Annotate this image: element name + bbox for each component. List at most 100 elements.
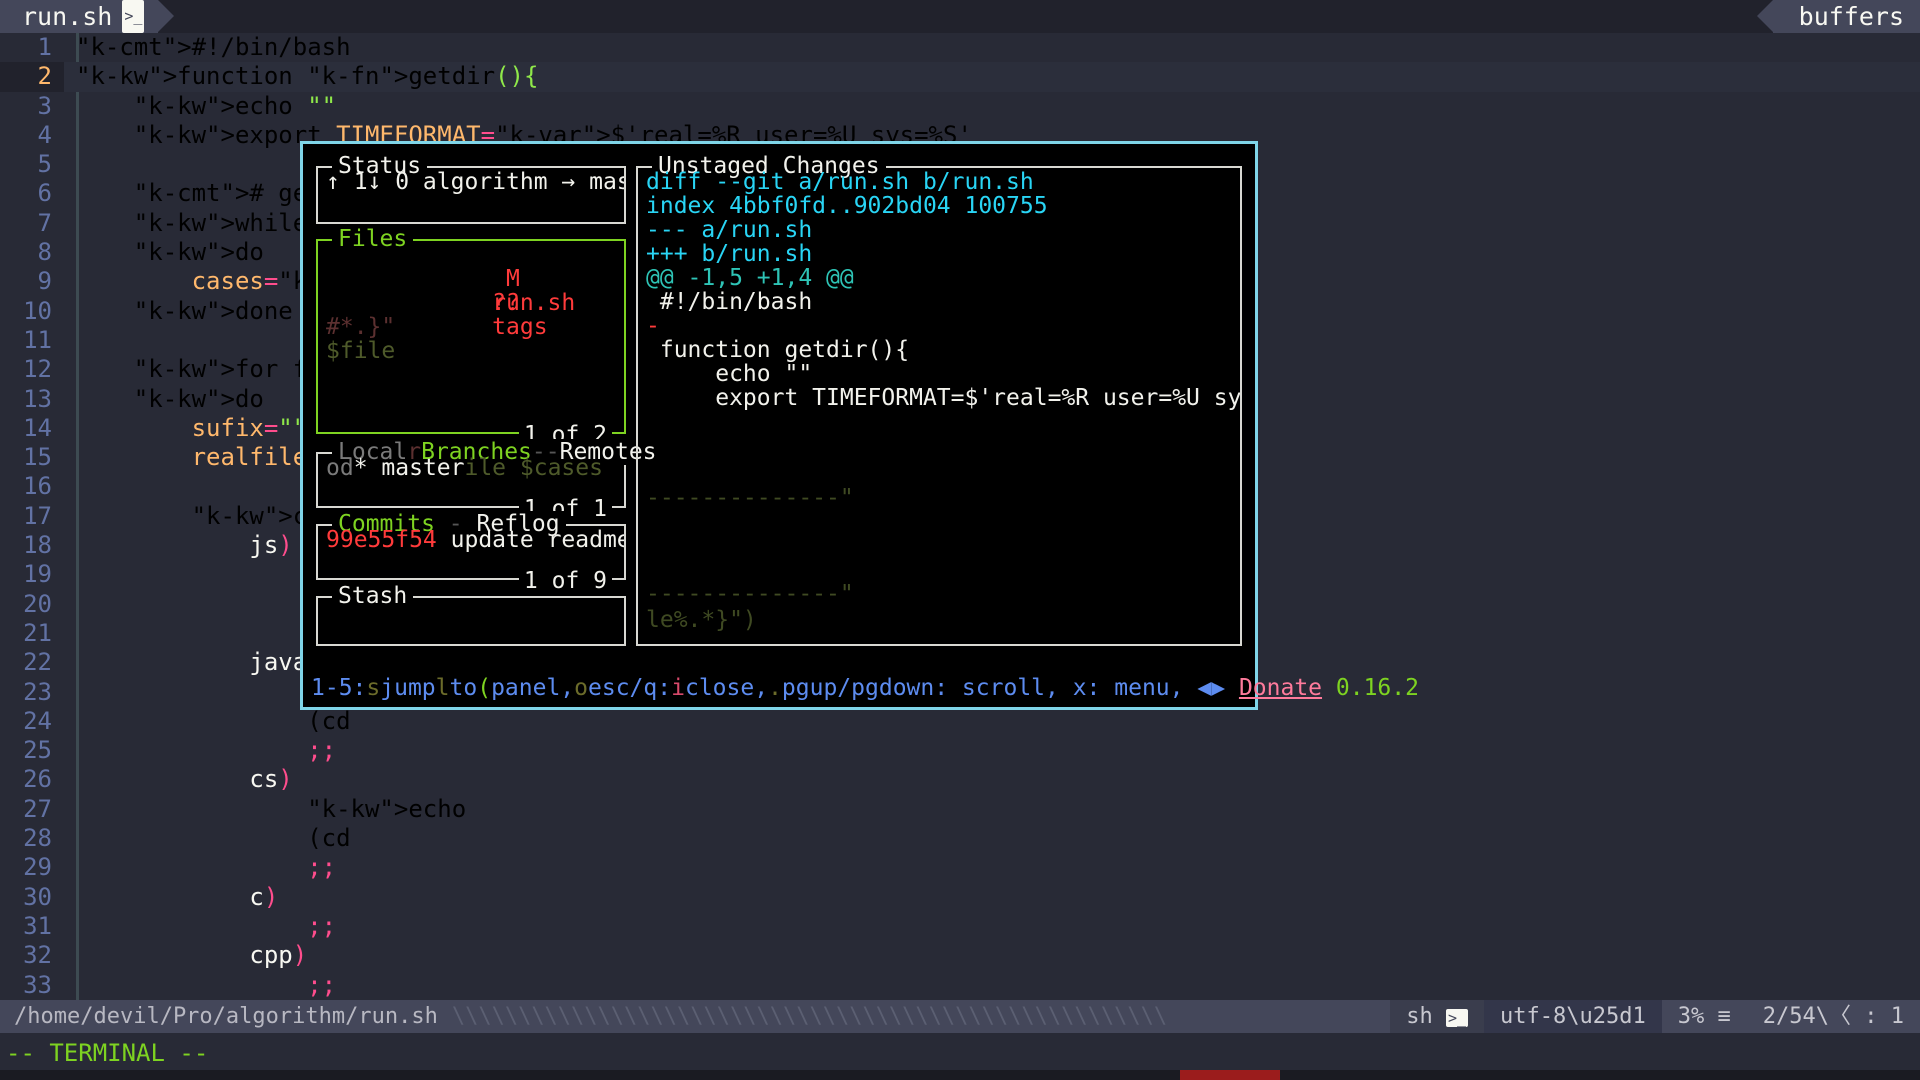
code-line[interactable]: 29 ;; bbox=[0, 853, 1920, 882]
code-line[interactable]: 25 ;; bbox=[0, 736, 1920, 765]
line-text: "k-kw">echo bbox=[64, 92, 293, 121]
file-status-0: M bbox=[492, 266, 520, 292]
statusline-encoding-text: utf-8 bbox=[1500, 1004, 1566, 1029]
commits-footer-count: 1 of 9 bbox=[524, 568, 607, 594]
nav-next-icon[interactable]: ▶ bbox=[1211, 675, 1225, 701]
buffer-tab-label: run.sh bbox=[22, 0, 112, 33]
line-number: 3 bbox=[0, 92, 64, 121]
keybinding-segment: i bbox=[671, 675, 685, 701]
buffer-tab-run-sh[interactable]: run.sh >_ bbox=[0, 0, 158, 33]
diff-bleed-text-2: le%.*}") bbox=[646, 608, 757, 632]
line-number: 31 bbox=[0, 912, 64, 941]
keybinding-segment: 1-5: bbox=[311, 675, 366, 701]
diff-line: - bbox=[646, 314, 1232, 338]
diff-line: echo "" bbox=[646, 362, 1232, 386]
lazygit-commits-panel[interactable]: Commits - Reflog 99e55f54 update readme … bbox=[316, 524, 626, 580]
file-status-1: ?? bbox=[492, 290, 520, 316]
statusline-filetype[interactable]: sh >_ bbox=[1390, 1000, 1484, 1033]
line-text: "k-kw">function bbox=[64, 62, 293, 91]
code-line[interactable]: 2"k-kw">function "k-fn">getdir(){ bbox=[0, 62, 1920, 91]
line-number: 7 bbox=[0, 209, 64, 238]
line-text: (cd bbox=[64, 824, 351, 853]
statusline-percent: 3% ≡ bbox=[1662, 1000, 1747, 1033]
line-number: 22 bbox=[0, 648, 64, 677]
line-number: 6 bbox=[0, 179, 64, 208]
lazygit-diff-panel[interactable]: Unstaged Changes diff --git a/run.sh b/r… bbox=[636, 166, 1242, 646]
line-number: 21 bbox=[0, 619, 64, 648]
line-text: c) bbox=[64, 883, 278, 912]
line-text: ;; bbox=[64, 912, 336, 941]
line-text: "k-kw">do bbox=[64, 385, 264, 414]
statusline-encoding[interactable]: utf-8\u25d1 bbox=[1484, 1000, 1662, 1033]
commits-panel-footer: 1 of 9 bbox=[519, 568, 612, 594]
code-line[interactable]: 3 "k-kw">echo "" bbox=[0, 92, 1920, 121]
tab-arrow-icon bbox=[158, 0, 174, 32]
line-number: 27 bbox=[0, 795, 64, 824]
terminal-icon: >_ bbox=[1446, 1009, 1468, 1027]
keybinding-segment: l bbox=[436, 675, 450, 701]
lazygit-stash-panel[interactable]: Stash bbox=[316, 596, 626, 646]
line-number: 12 bbox=[0, 355, 64, 384]
line-text: "k-kw">echo bbox=[64, 795, 466, 824]
diff-line: #!/bin/bash bbox=[646, 290, 1232, 314]
line-number: 33 bbox=[0, 971, 64, 1000]
line-number: 28 bbox=[0, 824, 64, 853]
diff-line: export TIMEFORMAT=$'real=%R user=%U sys=… bbox=[646, 386, 1232, 410]
statusline-path: /home/devil/Pro/algorithm/run.sh bbox=[0, 1004, 452, 1029]
lazygit-branches-panel[interactable]: LocalrBranches--Remotes od* masterile $c… bbox=[316, 452, 626, 508]
lazygit-keybindings: 1-5:sjumplto(panel,oesc/q:iclose,.pgup/p… bbox=[311, 675, 1197, 701]
line-text: "k-kw">while bbox=[64, 209, 307, 238]
vim-cmdline: -- TERMINAL -- bbox=[0, 1037, 1920, 1070]
line-number: 8 bbox=[0, 238, 64, 267]
line-text: ;; bbox=[64, 619, 336, 648]
diff-line: index 4bbf0fd..902bd04 100755 bbox=[646, 194, 1232, 218]
code-line[interactable]: 1"k-cmt">#!/bin/bash bbox=[0, 33, 1920, 62]
file-name-1: tags bbox=[492, 314, 547, 340]
keybinding-segment: esc/q: bbox=[588, 675, 671, 701]
code-line[interactable]: 30 c) bbox=[0, 883, 1920, 912]
code-line[interactable]: 24 (cd bbox=[0, 707, 1920, 736]
statusline-col: 1 bbox=[1891, 1004, 1904, 1029]
diff-line: --- a/run.sh bbox=[646, 218, 1232, 242]
line-number: 25 bbox=[0, 736, 64, 765]
code-line[interactable]: 33 ;; bbox=[0, 971, 1920, 1000]
diff-line: +++ b/run.sh bbox=[646, 242, 1232, 266]
code-line[interactable]: 28 (cd bbox=[0, 824, 1920, 853]
keybinding-segment: close, bbox=[685, 675, 768, 701]
line-number: 23 bbox=[0, 678, 64, 707]
status-line: ↑ 1↓ 0 algorithm → master bbox=[326, 170, 616, 194]
lazygit-overlay[interactable]: Status ↑ 1↓ 0 algorithm → master Files M… bbox=[300, 141, 1258, 710]
buffers-label[interactable]: buffers bbox=[1773, 0, 1920, 33]
line-text: "k-kw">do bbox=[64, 238, 264, 267]
code-line[interactable]: 26 cs) bbox=[0, 765, 1920, 794]
commit-hash: 99e55f54 bbox=[326, 527, 437, 553]
taskbar bbox=[0, 1070, 1920, 1080]
line-number: 17 bbox=[0, 502, 64, 531]
code-line[interactable]: 32 cpp) bbox=[0, 941, 1920, 970]
line-text: cs) bbox=[64, 765, 293, 794]
branch-row-0[interactable]: od* masterile $cases bbox=[326, 456, 616, 480]
commit-row-0[interactable]: 99e55f54 update readme and bbox=[326, 528, 616, 552]
line-text: "k-kw">done bbox=[64, 297, 293, 326]
file-row-0[interactable]: M run.sh bbox=[326, 243, 616, 267]
nav-prev-icon[interactable]: ◀ bbox=[1197, 675, 1211, 701]
statusline-percent-text: 3% bbox=[1678, 1004, 1705, 1029]
diff-line: @@ -1,5 +1,4 @@ bbox=[646, 266, 1232, 290]
line-number: 30 bbox=[0, 883, 64, 912]
lazygit-files-panel[interactable]: Files M run.sh ?? tags #*.}" $file 1 of … bbox=[316, 239, 626, 434]
taskbar-window-item[interactable] bbox=[1180, 1070, 1280, 1080]
line-text: ;; bbox=[64, 853, 336, 882]
code-line[interactable]: 27 "k-kw">echo bbox=[0, 795, 1920, 824]
donate-link[interactable]: Donate bbox=[1239, 675, 1322, 701]
line-number: 2 bbox=[0, 62, 64, 91]
diff-lines: diff --git a/run.sh b/run.shindex 4bbf0f… bbox=[638, 168, 1240, 644]
code-line[interactable]: 31 ;; bbox=[0, 912, 1920, 941]
lazygit-status-panel[interactable]: Status ↑ 1↓ 0 algorithm → master bbox=[316, 166, 626, 224]
files-bleed-1: $file bbox=[326, 339, 616, 363]
line-number: 1 bbox=[0, 33, 64, 62]
tabline: run.sh >_ buffers bbox=[0, 0, 1920, 33]
line-number: 11 bbox=[0, 326, 64, 355]
line-number: 24 bbox=[0, 707, 64, 736]
statusline-position-sep: \ bbox=[1816, 1004, 1829, 1029]
buffers-arrow-icon bbox=[1757, 0, 1773, 32]
